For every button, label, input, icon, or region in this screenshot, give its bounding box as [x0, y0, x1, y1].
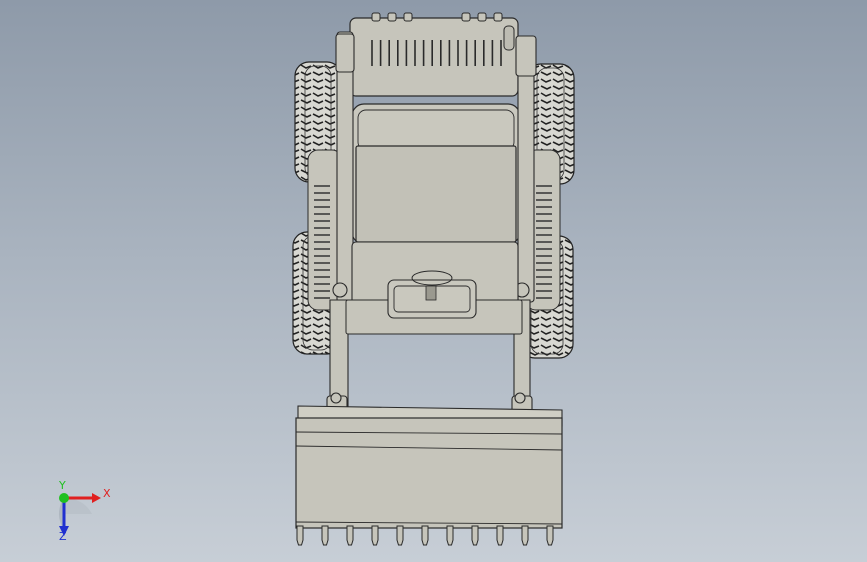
skid-steer-loader-model[interactable]: [0, 0, 867, 562]
x-axis-label: X: [103, 487, 111, 500]
front-chassis: [345, 241, 523, 335]
y-axis-label: Y: [59, 479, 66, 492]
cad-graphics-viewport[interactable]: X Y Z: [0, 0, 867, 562]
bucket: [295, 405, 563, 546]
engine-cover: [349, 12, 519, 97]
cab-roof: [351, 103, 521, 245]
z-axis-label: Z: [59, 530, 67, 543]
